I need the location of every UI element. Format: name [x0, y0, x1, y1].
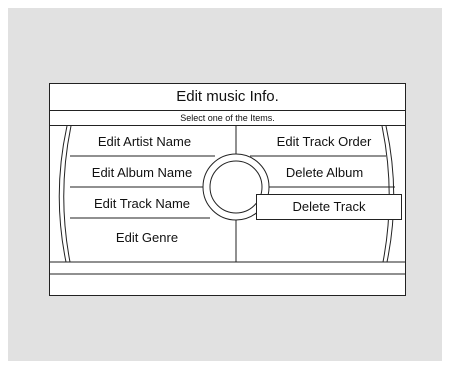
delete-album-button[interactable]: Delete Album: [262, 160, 387, 186]
edit-genre-label: Edit Genre: [115, 230, 179, 245]
menu-frame: [50, 125, 405, 275]
edit-album-name-label: Edit Album Name: [91, 165, 193, 180]
delete-album-label: Delete Album: [285, 165, 364, 180]
edit-album-name-button[interactable]: Edit Album Name: [72, 160, 212, 186]
delete-track-label: Delete Track: [292, 199, 366, 214]
edit-track-order-button[interactable]: Edit Track Order: [254, 129, 394, 155]
edit-artist-name-label: Edit Artist Name: [97, 134, 192, 149]
edit-artist-name-button[interactable]: Edit Artist Name: [72, 129, 217, 155]
edit-music-info-screen: Edit music Info. Select one of the Items…: [49, 83, 406, 296]
edit-track-name-button[interactable]: Edit Track Name: [72, 191, 212, 217]
edit-track-order-label: Edit Track Order: [276, 134, 372, 149]
edit-track-name-label: Edit Track Name: [93, 196, 191, 211]
edit-genre-button[interactable]: Edit Genre: [72, 225, 222, 251]
delete-track-button[interactable]: Delete Track: [256, 194, 402, 220]
